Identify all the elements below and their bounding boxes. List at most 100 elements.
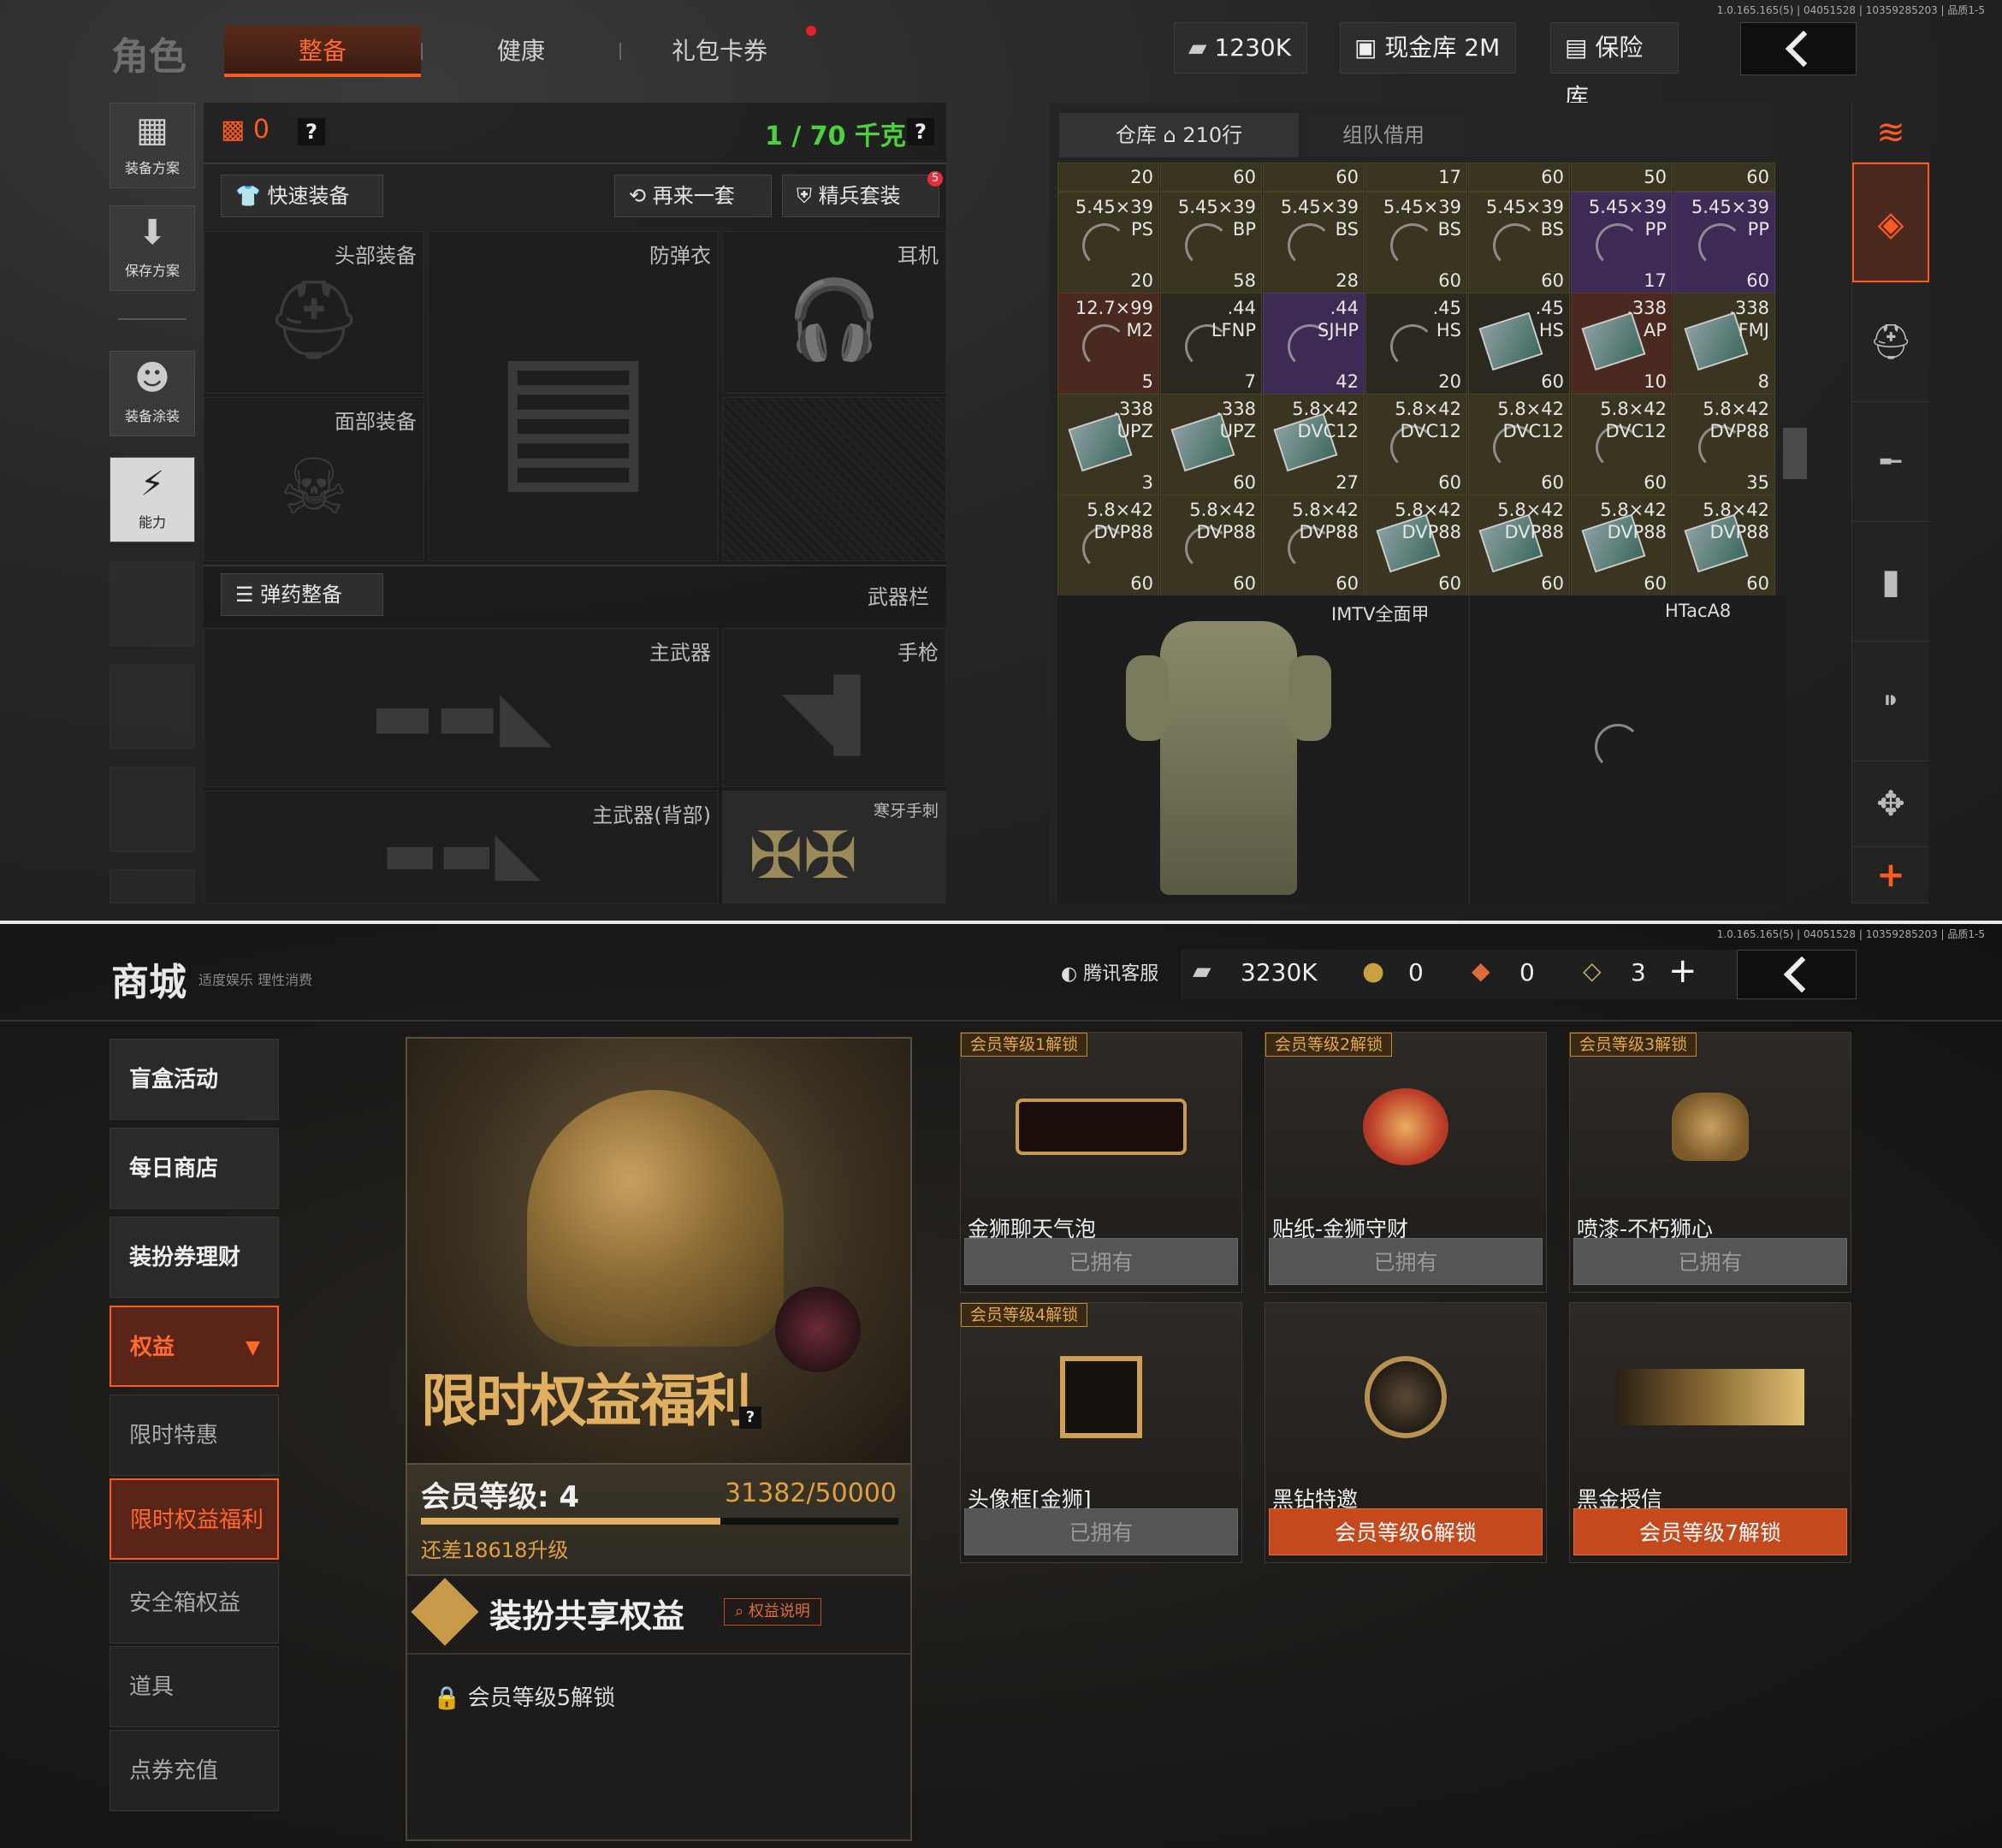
- ammo-category-icon[interactable]: ⁍: [1852, 642, 1929, 761]
- reward-status-button[interactable]: 会员等级7解锁: [1573, 1508, 1847, 1555]
- ammo-cell[interactable]: .44 LFNP 7: [1160, 293, 1262, 394]
- ammo-cell[interactable]: 5.45×39 BS 60: [1468, 192, 1570, 293]
- help-icon[interactable]: ?: [907, 118, 934, 145]
- reward-status-button[interactable]: 已拥有: [964, 1238, 1238, 1285]
- ammo-prep-button[interactable]: ☰ 弹药整备: [221, 573, 383, 616]
- ammo-cell[interactable]: 5.45×39 PP 17: [1571, 192, 1673, 293]
- add-icon[interactable]: +: [1852, 847, 1929, 903]
- nav-limited-deals[interactable]: 限时特惠: [110, 1395, 279, 1476]
- cash-vault-button[interactable]: ▣ 现金库 2M: [1340, 22, 1516, 74]
- customer-service-button[interactable]: ◐ 腾讯客服: [1061, 958, 1158, 986]
- nav-daily-shop[interactable]: 每日商店: [110, 1128, 279, 1209]
- nav-benefits[interactable]: 权益 ▼: [110, 1306, 279, 1387]
- inventory-cell-partial[interactable]: 20: [1057, 163, 1159, 192]
- ammo-cell[interactable]: 5.8×42 DVP88 60: [1160, 495, 1262, 596]
- help-icon[interactable]: ?: [739, 1407, 761, 1429]
- reward-card[interactable]: 会员等级4解锁 头像框[金狮] 已拥有: [960, 1302, 1242, 1563]
- inventory-cell-partial[interactable]: 17: [1365, 163, 1467, 192]
- tab-gifts[interactable]: 礼包卡券: [621, 26, 818, 77]
- ammo-cell[interactable]: 5.8×42 DVP88 60: [1571, 495, 1673, 596]
- ammo-cell[interactable]: 5.8×42 DVP88 60: [1468, 495, 1570, 596]
- ammo-cell[interactable]: .338 AP 10: [1571, 293, 1673, 394]
- ammo-cell[interactable]: 5.8×42 DVP88 60: [1673, 495, 1775, 596]
- pistol-slot[interactable]: 手枪 ◥▌: [722, 628, 946, 787]
- sort-icon[interactable]: ≋: [1852, 103, 1929, 163]
- loadout-plan-button[interactable]: ▦ 装备方案: [110, 103, 195, 188]
- nav-limited-benefits[interactable]: 限时权益福利: [110, 1478, 279, 1560]
- ammo-cell[interactable]: 5.8×42 DVP88 60: [1365, 495, 1467, 596]
- inventory-cell-partial[interactable]: 50: [1571, 163, 1673, 192]
- ammo-cell[interactable]: .338 FMJ 8: [1673, 293, 1775, 394]
- vest-slot[interactable]: 防弹衣 ▤: [428, 231, 719, 561]
- ammo-cell[interactable]: .45 HS 20: [1365, 293, 1467, 394]
- head-slot[interactable]: 头部装备 ⛑: [204, 231, 424, 394]
- help-icon[interactable]: ?: [298, 118, 325, 145]
- quick-equip-button[interactable]: 👕 快速装备: [221, 175, 383, 217]
- face-slot[interactable]: 面部装备 ☠: [204, 397, 424, 561]
- nav-items[interactable]: 道具: [110, 1646, 279, 1727]
- ammo-cell[interactable]: 5.8×42 DVC12 27: [1263, 394, 1365, 495]
- ammo-cell[interactable]: 5.45×39 BP 58: [1160, 192, 1262, 293]
- insurance-button[interactable]: ▤ 保险库: [1550, 22, 1679, 111]
- save-plan-button[interactable]: ⬇ 保存方案: [110, 205, 195, 291]
- reward-status-button[interactable]: 已拥有: [964, 1508, 1238, 1555]
- ammo-cell[interactable]: 5.8×42 DVP88 60: [1263, 495, 1365, 596]
- ear-slot[interactable]: 耳机 🎧: [722, 231, 946, 394]
- reward-card[interactable]: 会员等级2解锁 贴纸-金狮守财 已拥有: [1265, 1032, 1547, 1293]
- reward-card[interactable]: 会员等级3解锁 喷漆-不朽狮心 已拥有: [1569, 1032, 1851, 1293]
- reward-status-button[interactable]: 已拥有: [1573, 1238, 1847, 1285]
- reward-card[interactable]: 黑钻特邀 会员等级6解锁: [1265, 1302, 1547, 1563]
- tab-team-borrow[interactable]: 组队借用: [1302, 113, 1465, 157]
- elite-set-button[interactable]: ⛨ 精兵套装: [782, 175, 939, 217]
- scrollbar[interactable]: [1783, 428, 1807, 479]
- helmet-category-icon[interactable]: ⛑: [1852, 282, 1929, 402]
- tab-warehouse[interactable]: 仓库 ⌂ 210行: [1059, 113, 1299, 157]
- inventory-cell-partial[interactable]: 60: [1468, 163, 1570, 192]
- nav-blindbox[interactable]: 盲盒活动: [110, 1039, 279, 1120]
- inventory-cell-partial[interactable]: 60: [1673, 163, 1775, 192]
- tab-health[interactable]: 健康: [423, 26, 619, 77]
- tab-prep[interactable]: 整备: [224, 26, 421, 77]
- ammo-cell[interactable]: 5.45×39 PP 60: [1673, 192, 1775, 293]
- ammo-cell[interactable]: 5.8×42 DVC12 60: [1571, 394, 1673, 495]
- ammo-cell[interactable]: .44 SJHP 42: [1263, 293, 1365, 394]
- ammo-cell[interactable]: .45 HS 60: [1468, 293, 1570, 394]
- inventory-cell-partial[interactable]: 60: [1160, 163, 1262, 192]
- inventory-panel: 仓库 ⌂ 210行 组队借用 20 60 60 17 60 50 60 5.45×39 PS 2…: [1049, 103, 1807, 903]
- reward-card[interactable]: 会员等级1解锁 金狮聊天气泡 已拥有: [960, 1032, 1242, 1293]
- ammo-cell[interactable]: 5.8×42 DVP88 60: [1057, 495, 1159, 596]
- rifle-category-icon[interactable]: ╾: [1852, 402, 1929, 522]
- imtv-armor-image[interactable]: [1126, 621, 1331, 895]
- ammo-cell[interactable]: 5.45×39 PS 20: [1057, 192, 1159, 293]
- unlock-tag: 会员等级4解锁: [961, 1303, 1088, 1327]
- ammo-cell[interactable]: 5.45×39 BS 60: [1365, 192, 1467, 293]
- ammo-cell[interactable]: 5.8×42 DVP88 35: [1673, 394, 1775, 495]
- primary-back-slot[interactable]: 主武器(背部) ▬▬◣: [204, 791, 719, 903]
- reward-status-button[interactable]: 已拥有: [1269, 1238, 1543, 1285]
- add-currency-button[interactable]: +: [1668, 951, 1697, 991]
- back-button[interactable]: [1737, 950, 1857, 999]
- skin-button[interactable]: ☻ 装备涂装: [110, 351, 195, 436]
- ammo-cell[interactable]: 5.8×42 DVC12 60: [1365, 394, 1467, 495]
- magazine-category-icon[interactable]: ▮: [1852, 522, 1929, 642]
- again-button[interactable]: ⟲ 再来一套: [614, 175, 772, 217]
- melee-slot[interactable]: 寒牙手刺 ✠✠: [722, 791, 946, 903]
- reward-status-button[interactable]: 会员等级6解锁: [1269, 1508, 1543, 1555]
- ammo-cell[interactable]: .338 UPZ 3: [1057, 394, 1159, 495]
- ammo-cell[interactable]: .338 UPZ 60: [1160, 394, 1262, 495]
- nav-skin-finance[interactable]: 装扮券理财: [110, 1217, 279, 1298]
- all-items-icon[interactable]: ◈: [1852, 163, 1929, 282]
- nav-safebox-benefits[interactable]: 安全箱权益: [110, 1562, 279, 1644]
- ammo-caliber: 5.8×42: [1703, 399, 1769, 419]
- gear-category-icon[interactable]: ✥: [1852, 761, 1929, 847]
- primary-weapon-slot[interactable]: 主武器 ▬▬◣: [204, 628, 719, 787]
- ammo-cell[interactable]: 5.8×42 DVC12 60: [1468, 394, 1570, 495]
- ammo-cell[interactable]: 12.7×99 M2 5: [1057, 293, 1159, 394]
- ammo-cell[interactable]: 5.45×39 BS 28: [1263, 192, 1365, 293]
- back-button[interactable]: [1740, 22, 1857, 75]
- explain-button[interactable]: ⌕ 权益说明: [724, 1598, 821, 1626]
- nav-recharge[interactable]: 点券充值: [110, 1730, 279, 1811]
- reward-card[interactable]: 黑金授信 会员等级7解锁: [1569, 1302, 1851, 1563]
- ability-button[interactable]: ⚡ 能力: [110, 457, 195, 542]
- inventory-cell-partial[interactable]: 60: [1263, 163, 1365, 192]
